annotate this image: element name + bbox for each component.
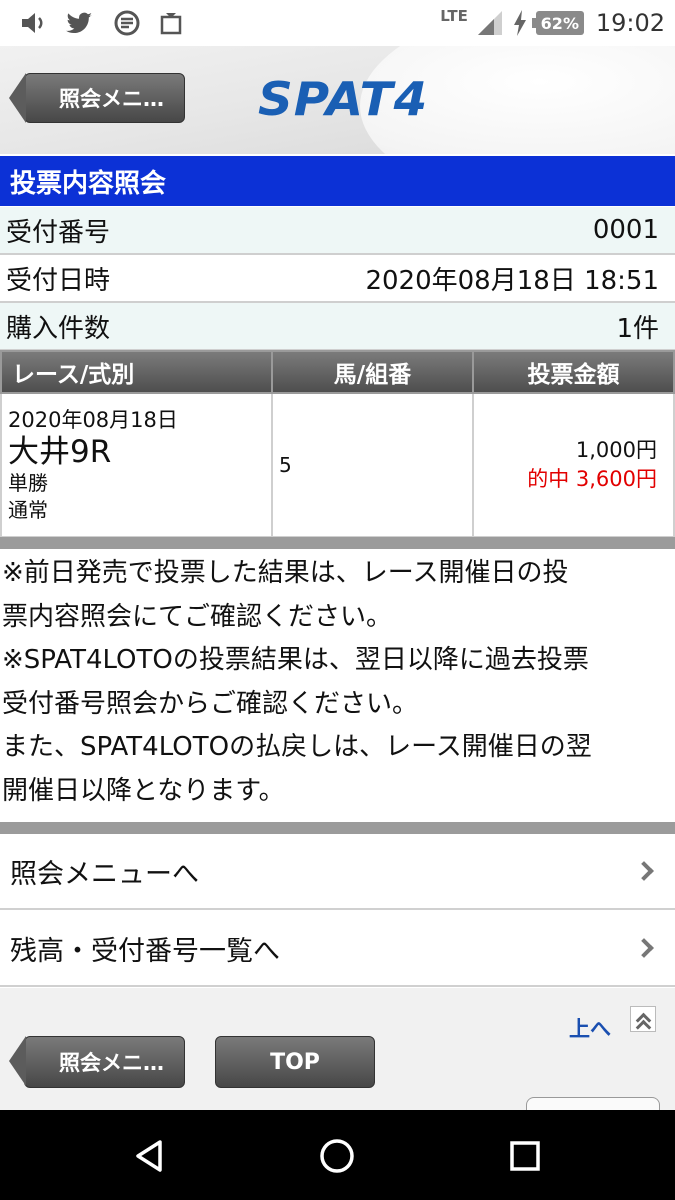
receipt-datetime-row: 受付日時 2020年08月18日 18:51 xyxy=(0,255,675,303)
divider xyxy=(0,822,675,834)
receipt-datetime-label: 受付日時 xyxy=(6,265,111,296)
column-header-horse: 馬/組番 xyxy=(271,350,474,394)
chevron-right-icon xyxy=(634,861,654,881)
system-navigation-bar xyxy=(0,1110,675,1200)
race-date: 2020年08月18日 xyxy=(8,407,178,432)
receipt-number-row: 受付番号 0001 xyxy=(0,207,675,255)
recents-icon[interactable] xyxy=(505,1136,545,1176)
purchase-count-label: 購入件数 xyxy=(6,313,111,344)
page-title: 投票内容照会 xyxy=(0,156,675,206)
purchase-count-row: 購入件数 1件 xyxy=(0,303,675,351)
notice-line: 受付番号照会からご確認ください。 xyxy=(2,688,419,719)
notice-line: ※前日発売で投票した結果は、レース開催日の投 xyxy=(2,558,569,588)
spat4-logo: SPAT4 xyxy=(257,72,429,126)
bet-table: レース/式別 馬/組番 投票金額 2020年08月18日 大井9R 単勝 通常 … xyxy=(0,350,675,538)
notice-line: ※SPAT4LOTOの投票結果は、翌日以降に過去投票 xyxy=(2,645,589,675)
volume-icon xyxy=(22,13,43,33)
status-right: LTE 62% 19:02 xyxy=(440,6,665,40)
bet-method: 通常 xyxy=(8,497,48,522)
horse-number: 5 xyxy=(271,392,474,538)
table-header-row: レース/式別 馬/組番 投票金額 xyxy=(0,350,675,394)
network-label: LTE xyxy=(440,7,468,25)
notice-text: ※前日発売で投票した結果は、レース開催日の投 票内容照会にてご確認ください。 ※… xyxy=(0,552,675,813)
column-header-race: レース/式別 xyxy=(0,350,273,394)
column-header-amount: 投票金額 xyxy=(472,350,675,394)
notice-line: 票内容照会にてご確認ください。 xyxy=(2,601,393,632)
race-venue: 大井9R xyxy=(8,433,112,470)
clock: 19:02 xyxy=(595,9,665,37)
chevron-right-icon xyxy=(634,938,654,958)
race-cell: 2020年08月18日 大井9R 単勝 通常 xyxy=(0,392,273,538)
bet-amount: 1,000円 xyxy=(575,438,657,462)
double-chevron-up-icon[interactable] xyxy=(630,1006,656,1032)
storage-icon xyxy=(160,13,182,35)
signal-icon xyxy=(477,11,502,35)
receipt-datetime-value: 2020年08月18日 18:51 xyxy=(365,265,659,296)
status-bar: LTE 62% 19:02 xyxy=(0,0,675,46)
app-icon xyxy=(114,10,140,36)
table-row: 2020年08月18日 大井9R 単勝 通常 5 1,000円 的中 3,600… xyxy=(0,392,675,538)
home-icon[interactable] xyxy=(317,1136,357,1176)
notice-line: 開催日以降となります。 xyxy=(2,775,285,806)
divider xyxy=(0,537,675,549)
purchase-count-value: 1件 xyxy=(616,313,659,344)
charging-icon xyxy=(513,10,526,36)
back-icon[interactable] xyxy=(130,1136,170,1176)
receipt-number-label: 受付番号 xyxy=(6,217,111,248)
back-to-inquiry-menu-button[interactable]: 照会メニ… xyxy=(9,73,185,123)
notice-line: また、SPAT4LOTOの払戻しは、レース開催日の翌 xyxy=(2,732,592,762)
receipt-number-value: 0001 xyxy=(592,215,659,245)
hit-payout: 的中 3,600円 xyxy=(527,467,657,491)
inquiry-menu-link-label: 照会メニューへ xyxy=(10,858,199,890)
balance-receipt-list-link[interactable]: 残高・受付番号一覧へ xyxy=(0,911,675,987)
battery-indicator: 62% xyxy=(531,11,584,35)
footer-back-to-inquiry-menu-button[interactable]: 照会メニ… xyxy=(9,1036,185,1088)
twitter-icon xyxy=(66,12,92,34)
top-button[interactable]: TOP xyxy=(215,1036,375,1088)
site-header: 照会メニ… SPAT4 xyxy=(0,46,675,154)
inquiry-menu-link[interactable]: 照会メニューへ xyxy=(0,834,675,910)
bet-type: 単勝 xyxy=(8,470,48,495)
scroll-to-top-link[interactable]: 上へ xyxy=(569,1013,611,1043)
amount-cell: 1,000円 的中 3,600円 xyxy=(472,392,675,538)
balance-receipt-list-link-label: 残高・受付番号一覧へ xyxy=(10,935,280,967)
